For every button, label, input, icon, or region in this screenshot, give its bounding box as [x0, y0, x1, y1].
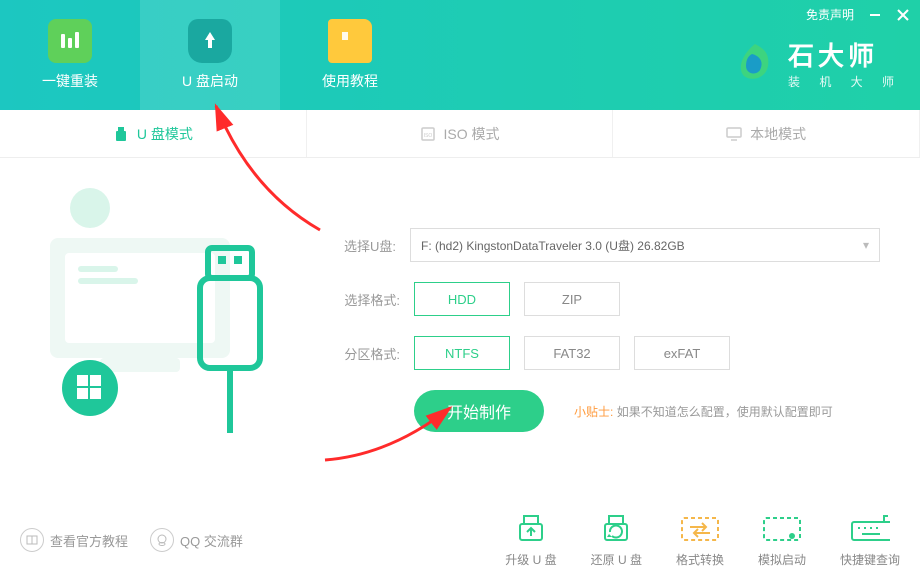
- format-label: 选择格式:: [330, 290, 400, 309]
- tab-label: U 盘模式: [137, 124, 193, 144]
- tab-usb-mode[interactable]: U 盘模式: [0, 110, 307, 157]
- tool-upgrade-usb[interactable]: 升级 U 盘: [505, 513, 556, 568]
- tab-label: ISO 模式: [444, 124, 500, 144]
- brand-logo-icon: [732, 40, 778, 86]
- iso-icon: ISO: [420, 126, 436, 142]
- qq-group-link[interactable]: QQ 交流群: [150, 528, 243, 552]
- tab-local-mode[interactable]: 本地模式: [613, 110, 920, 157]
- brand-title: 石大师: [788, 36, 902, 73]
- tool-label: 升级 U 盘: [505, 551, 556, 568]
- tool-label: 格式转换: [676, 551, 724, 568]
- disclaimer-link[interactable]: 免责声明: [806, 6, 854, 23]
- tool-simulate-boot[interactable]: 模拟启动: [758, 513, 806, 568]
- tip-text: 小贴士: 如果不知道怎么配置，使用默认配置即可: [574, 403, 833, 420]
- brand-subtitle: 装 机 大 师: [788, 73, 902, 90]
- usb-select[interactable]: F: (hd2) KingstonDataTraveler 3.0 (U盘) 2…: [410, 228, 880, 262]
- nav-tutorial[interactable]: 使用教程: [280, 0, 420, 110]
- brand: 石大师 装 机 大 师: [732, 36, 902, 90]
- tab-label: 本地模式: [750, 124, 806, 144]
- tutorial-icon: [328, 19, 372, 63]
- nav-label: 一键重装: [42, 71, 98, 91]
- tool-label: 模拟启动: [758, 551, 806, 568]
- close-button[interactable]: [896, 8, 910, 22]
- nav-usb-boot[interactable]: U 盘启动: [140, 0, 280, 110]
- qq-icon: [150, 528, 174, 552]
- link-label: 查看官方教程: [50, 531, 128, 550]
- restore-icon: [596, 513, 636, 545]
- usb-icon: [113, 126, 129, 142]
- format-option-hdd[interactable]: HDD: [414, 282, 510, 316]
- tool-label: 还原 U 盘: [591, 551, 642, 568]
- usb-boot-icon: [188, 19, 232, 63]
- nav-reinstall[interactable]: 一键重装: [0, 0, 140, 110]
- chevron-down-icon: ▾: [863, 238, 869, 252]
- upgrade-icon: [511, 513, 551, 545]
- keyboard-icon: [850, 513, 890, 545]
- monitor-icon: [726, 126, 742, 142]
- tip-label: 小贴士:: [574, 405, 613, 419]
- start-button[interactable]: 开始制作: [414, 390, 544, 432]
- reinstall-icon: [48, 19, 92, 63]
- usb-select-value: F: (hd2) KingstonDataTraveler 3.0 (U盘) 2…: [421, 237, 685, 254]
- tool-hotkey-lookup[interactable]: 快捷键查询: [840, 513, 900, 568]
- format-option-zip[interactable]: ZIP: [524, 282, 620, 316]
- minimize-button[interactable]: [868, 8, 882, 22]
- nav-label: U 盘启动: [182, 71, 238, 91]
- fs-option-fat32[interactable]: FAT32: [524, 336, 620, 370]
- fs-option-exfat[interactable]: exFAT: [634, 336, 730, 370]
- fs-option-ntfs[interactable]: NTFS: [414, 336, 510, 370]
- usb-select-label: 选择U盘:: [330, 236, 396, 255]
- svg-text:ISO: ISO: [423, 133, 432, 139]
- tool-format-convert[interactable]: 格式转换: [676, 513, 724, 568]
- tip-content: 如果不知道怎么配置，使用默认配置即可: [617, 405, 833, 419]
- tool-label: 快捷键查询: [840, 551, 900, 568]
- fs-label: 分区格式:: [330, 344, 400, 363]
- nav-label: 使用教程: [322, 71, 378, 91]
- usb-illustration: [30, 178, 280, 438]
- official-tutorial-link[interactable]: 查看官方教程: [20, 528, 128, 552]
- tool-restore-usb[interactable]: 还原 U 盘: [591, 513, 642, 568]
- convert-icon: [680, 513, 720, 545]
- tab-iso-mode[interactable]: ISO ISO 模式: [307, 110, 614, 157]
- simulate-icon: [762, 513, 802, 545]
- link-label: QQ 交流群: [180, 531, 243, 550]
- book-icon: [20, 528, 44, 552]
